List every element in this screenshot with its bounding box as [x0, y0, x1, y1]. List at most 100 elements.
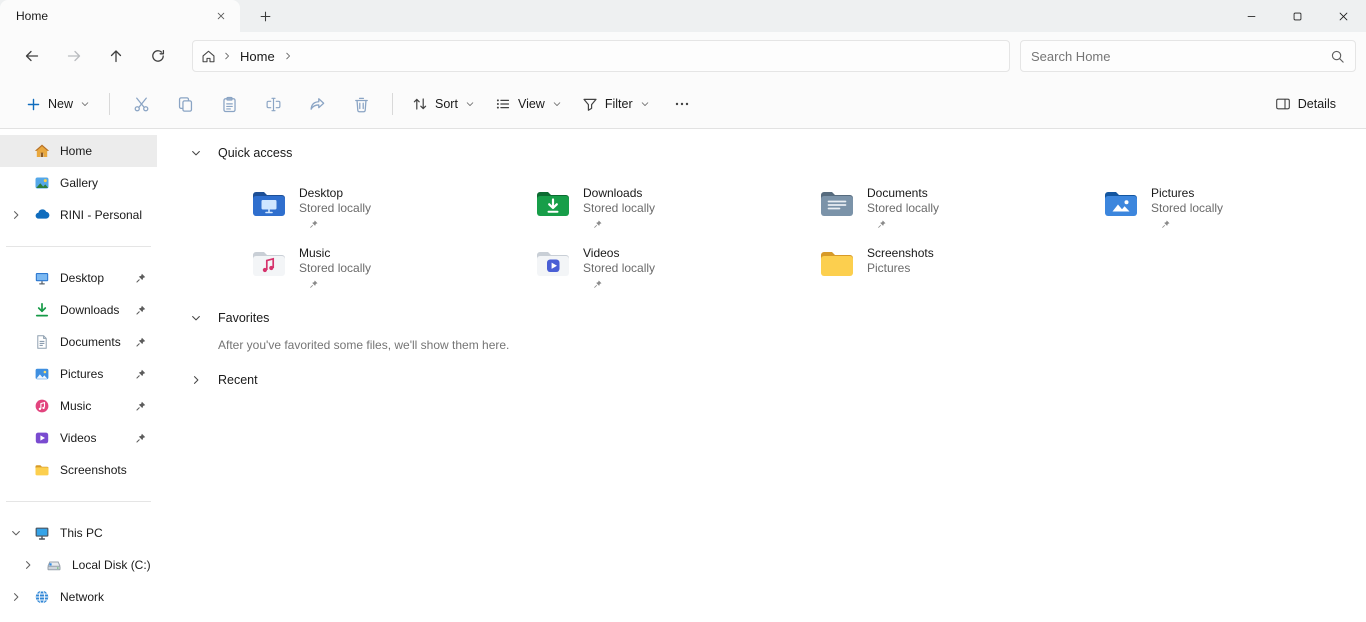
pin-icon	[593, 279, 603, 289]
sort-button[interactable]: Sort	[402, 86, 485, 122]
plus-icon	[26, 97, 41, 112]
sidebar-item-desktop[interactable]: Desktop	[0, 262, 157, 294]
cut-button[interactable]	[119, 86, 163, 122]
tile-name: Downloads	[583, 186, 642, 201]
search-box[interactable]	[1020, 40, 1356, 72]
back-button[interactable]	[12, 38, 52, 74]
filter-icon	[582, 96, 598, 112]
home-icon	[34, 143, 50, 159]
tile-name: Screenshots	[867, 246, 934, 261]
sidebar-item-network[interactable]: Network	[0, 581, 157, 613]
paste-button[interactable]	[207, 86, 251, 122]
maximize-button[interactable]	[1274, 0, 1320, 32]
quick-access-tile-documents[interactable]: Documents Stored locally	[820, 180, 1104, 240]
chevron-right-icon[interactable]	[190, 374, 202, 386]
chevron-right-icon[interactable]	[22, 559, 34, 571]
sidebar-item-pictures[interactable]: Pictures	[0, 358, 157, 390]
search-icon[interactable]	[1330, 49, 1345, 64]
network-icon	[34, 589, 50, 605]
quick-access-tile-videos[interactable]: Videos Stored locally	[536, 240, 820, 300]
share-button[interactable]	[295, 86, 339, 122]
rename-button[interactable]	[251, 86, 295, 122]
sidebar-item-gallery[interactable]: Gallery	[0, 167, 157, 199]
quick-access-tile-music[interactable]: Music Stored locally	[252, 240, 536, 300]
chevron-down-icon[interactable]	[190, 312, 202, 324]
chevron-right-icon[interactable]	[10, 591, 22, 603]
sidebar-item-label: Local Disk (C:)	[72, 558, 151, 572]
sidebar-item-label: Downloads	[60, 303, 119, 317]
tile-detail: Pictures	[867, 261, 910, 276]
search-input[interactable]	[1031, 49, 1322, 64]
copy-icon	[177, 96, 194, 113]
delete-button[interactable]	[339, 86, 383, 122]
pin-icon	[309, 219, 319, 229]
quick-access-tile-pictures[interactable]: Pictures Stored locally	[1104, 180, 1366, 240]
trash-icon	[353, 96, 370, 113]
quick-access-tile-desktop[interactable]: Desktop Stored locally	[252, 180, 536, 240]
videos-icon	[34, 430, 50, 446]
minimize-button[interactable]	[1228, 0, 1274, 32]
documents-icon	[34, 334, 50, 350]
sidebar-item-videos[interactable]: Videos	[0, 422, 157, 454]
sidebar-item-label: Network	[60, 590, 104, 604]
sidebar-item-music[interactable]: Music	[0, 390, 157, 422]
filter-button-label: Filter	[605, 97, 633, 111]
breadcrumb-chevron-icon[interactable]	[283, 51, 293, 61]
pin-icon	[135, 272, 147, 284]
sidebar-item-documents[interactable]: Documents	[0, 326, 157, 358]
more-options-button[interactable]	[660, 86, 704, 122]
new-button-label: New	[48, 97, 73, 111]
refresh-button[interactable]	[138, 38, 178, 74]
pictures-icon	[34, 366, 50, 382]
sidebar-item-label: Music	[60, 399, 91, 413]
breadcrumb-chevron-icon[interactable]	[222, 51, 232, 61]
quick-access-tile-downloads[interactable]: Downloads Stored locally	[536, 180, 820, 240]
sidebar-item-label: Desktop	[60, 271, 104, 285]
sidebar-item-label: Documents	[60, 335, 121, 349]
pin-icon	[1161, 219, 1171, 229]
hard-drive-icon	[46, 557, 62, 573]
pin-icon	[135, 336, 147, 348]
breadcrumb-segment[interactable]: Home	[238, 49, 277, 64]
navigation-pane: Home Gallery RINI - Personal Desktop	[0, 129, 157, 622]
explorer-tab[interactable]: Home	[0, 0, 240, 32]
sidebar-item-screenshots[interactable]: Screenshots	[0, 454, 157, 486]
chevron-right-icon[interactable]	[10, 209, 22, 221]
filter-button[interactable]: Filter	[572, 86, 660, 122]
tile-detail: Stored locally	[583, 261, 655, 276]
breadcrumb-home-icon[interactable]	[201, 49, 216, 64]
sidebar-item-local-disk-c[interactable]: Local Disk (C:)	[0, 549, 157, 581]
chevron-down-icon[interactable]	[10, 527, 22, 539]
close-button[interactable]	[1320, 0, 1366, 32]
forward-button[interactable]	[54, 38, 94, 74]
rename-icon	[265, 96, 282, 113]
navigation-bar: Home	[0, 32, 1366, 80]
address-bar[interactable]: Home	[192, 40, 1010, 72]
view-button[interactable]: View	[485, 86, 572, 122]
tab-close-icon[interactable]	[210, 5, 232, 27]
section-header-quick-access[interactable]: Quick access	[190, 143, 1366, 163]
share-icon	[309, 96, 326, 113]
new-tab-button[interactable]	[250, 0, 280, 32]
sidebar-divider	[6, 501, 151, 502]
new-button[interactable]: New	[16, 86, 100, 122]
section-header-favorites[interactable]: Favorites	[190, 308, 1366, 328]
section-title: Recent	[218, 373, 258, 387]
details-button[interactable]: Details	[1265, 86, 1346, 122]
up-button[interactable]	[96, 38, 136, 74]
chevron-down-icon[interactable]	[190, 147, 202, 159]
sort-icon	[412, 96, 428, 112]
copy-button[interactable]	[163, 86, 207, 122]
sidebar-item-onedrive-personal[interactable]: RINI - Personal	[0, 199, 157, 231]
sidebar-item-label: This PC	[60, 526, 103, 540]
sidebar-item-downloads[interactable]: Downloads	[0, 294, 157, 326]
folder-icon	[34, 462, 50, 478]
music-icon	[34, 398, 50, 414]
section-header-recent[interactable]: Recent	[190, 370, 1366, 390]
this-pc-icon	[34, 525, 50, 541]
window-controls	[1228, 0, 1366, 32]
sidebar-item-home[interactable]: Home	[0, 135, 157, 167]
quick-access-tile-screenshots[interactable]: Screenshots Pictures	[820, 240, 1104, 300]
sidebar-item-this-pc[interactable]: This PC	[0, 517, 157, 549]
details-button-label: Details	[1298, 97, 1336, 111]
